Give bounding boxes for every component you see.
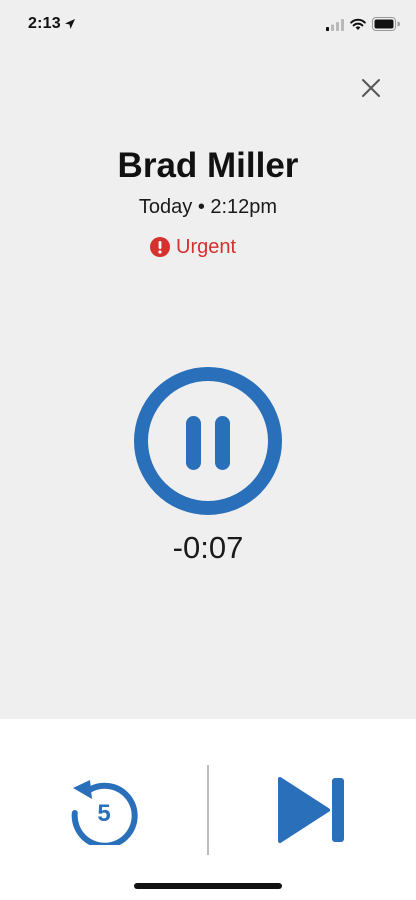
wifi-icon — [350, 18, 366, 30]
close-button[interactable] — [356, 73, 386, 103]
caller-name: Brad Miller — [117, 146, 299, 185]
status-time: 2:13 — [28, 15, 61, 32]
battery-icon — [372, 17, 400, 31]
message-timestamp: Today • 2:12pm — [138, 196, 278, 218]
remaining-time: -0:07 — [172, 530, 244, 565]
location-arrow-icon — [65, 19, 75, 29]
skip-next-icon — [278, 777, 344, 843]
home-indicator[interactable] — [134, 883, 282, 889]
close-icon — [362, 79, 380, 97]
replay-5-button[interactable]: 5 — [68, 775, 138, 849]
controls-divider — [207, 765, 209, 855]
alert-icon — [150, 237, 170, 257]
urgent-badge: Urgent — [150, 235, 236, 259]
status-bar: 2:13 — [0, 0, 416, 50]
cellular-signal-icon — [326, 19, 344, 31]
pause-icon — [134, 367, 282, 515]
replay-5-icon: 5 — [71, 780, 138, 849]
replay-seconds-label: 5 — [97, 800, 110, 827]
skip-next-button[interactable] — [276, 775, 348, 845]
pause-button[interactable] — [133, 366, 283, 516]
urgent-label: Urgent — [176, 235, 237, 258]
